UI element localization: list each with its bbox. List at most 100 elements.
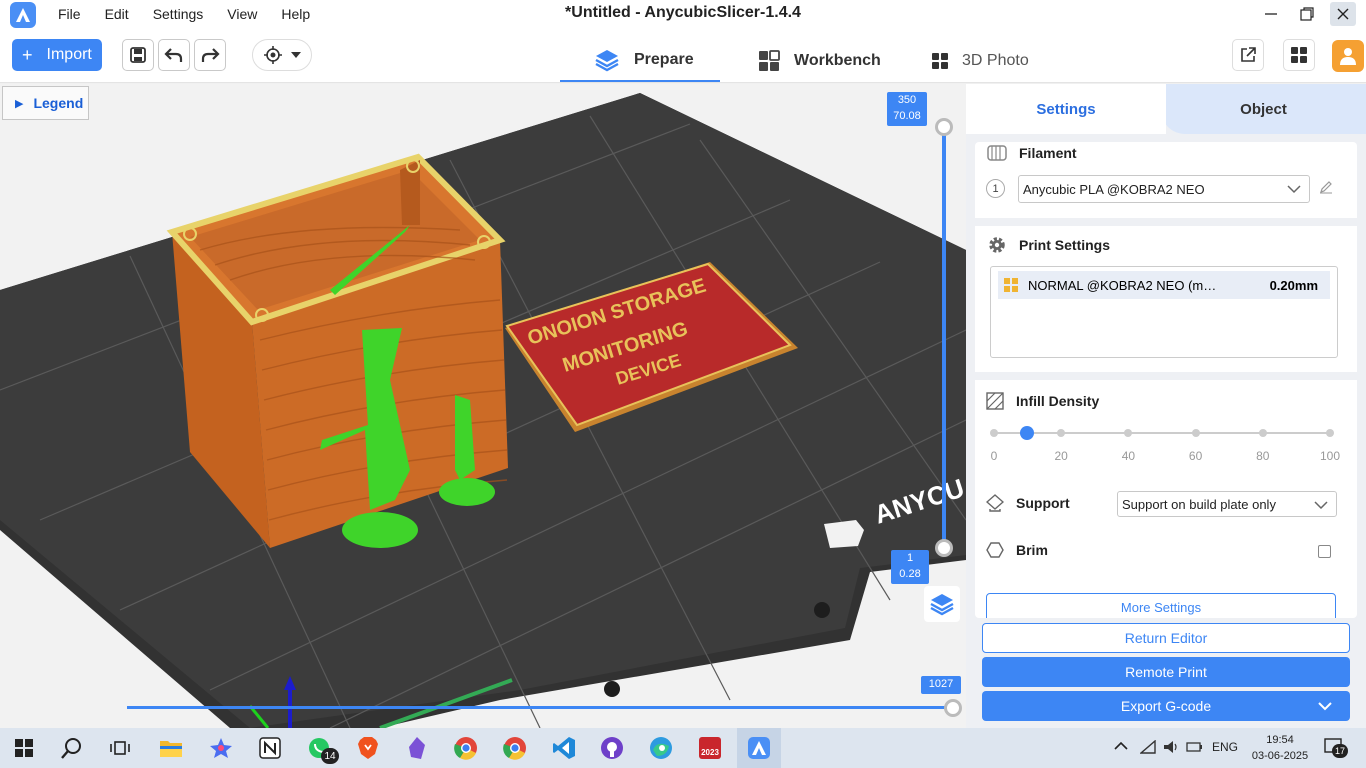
print-profile-box: NORMAL @KOBRA2 NEO (m… 0.20mm: [990, 266, 1338, 358]
chevron-down-icon[interactable]: [1318, 701, 1332, 711]
redo-button[interactable]: [194, 39, 226, 71]
export-gcode-button[interactable]: Export G-code: [982, 691, 1350, 721]
task-view-button[interactable]: [106, 734, 134, 762]
battery-icon[interactable]: [1186, 740, 1204, 759]
chevron-down-icon: [1287, 185, 1301, 194]
show-hidden-icons-button[interactable]: [1114, 738, 1128, 756]
user-avatar[interactable]: [1332, 40, 1364, 72]
move-slider-track[interactable]: [127, 706, 947, 709]
folder-icon: [160, 741, 182, 757]
filament-select[interactable]: Anycubic PLA @KOBRA2 NEO: [1018, 175, 1310, 203]
support-title: Support: [1016, 495, 1070, 511]
infill-section-title: Infill Density: [986, 392, 1099, 410]
support-section-title: Support: [986, 494, 1070, 512]
filament-selected: Anycubic PLA @KOBRA2 NEO: [1023, 181, 1205, 197]
infill-tick-dot[interactable]: [1326, 429, 1334, 437]
gem-icon: [409, 737, 425, 759]
layer-slider-top-handle[interactable]: [935, 118, 953, 136]
filament-spool-icon: [987, 144, 1007, 162]
print-profile-name: NORMAL @KOBRA2 NEO (m…: [1028, 277, 1217, 293]
menu-settings[interactable]: Settings: [153, 6, 204, 22]
tab-object[interactable]: Object: [1161, 84, 1366, 134]
small-cube-model: [824, 520, 864, 548]
support-select[interactable]: Support on build plate only: [1117, 491, 1337, 517]
taskbar-search-button[interactable]: [58, 734, 86, 762]
edit-filament-button[interactable]: [1319, 180, 1333, 199]
infill-slider-handle[interactable]: [1020, 426, 1034, 440]
github-app[interactable]: [598, 734, 626, 762]
layer-view-button[interactable]: [924, 586, 960, 622]
layer-slider-track[interactable]: [942, 126, 946, 548]
print-profile-row[interactable]: NORMAL @KOBRA2 NEO (m… 0.20mm: [998, 271, 1330, 299]
infill-slider-track[interactable]: [994, 432, 1330, 434]
obsidian-app[interactable]: [403, 734, 431, 762]
more-settings-button[interactable]: More Settings: [986, 593, 1336, 618]
tab-settings[interactable]: Settings: [966, 84, 1166, 134]
return-editor-button[interactable]: Return Editor: [982, 623, 1350, 653]
infill-tick-dot[interactable]: [1057, 429, 1066, 437]
paint-app[interactable]: [207, 734, 235, 762]
tab-3d-photo[interactable]: 3D Photo: [932, 40, 1029, 82]
brim-title: Brim: [1016, 542, 1048, 558]
infill-tick-dot[interactable]: [990, 429, 998, 437]
menu-view[interactable]: View: [227, 6, 257, 22]
view-selector[interactable]: [252, 39, 312, 71]
chrome-app[interactable]: [452, 734, 480, 762]
infill-pattern-icon: [986, 392, 1004, 410]
minimize-button[interactable]: [1258, 2, 1284, 26]
chevron-up-icon: [1114, 741, 1128, 750]
maximize-button[interactable]: [1294, 2, 1320, 26]
redo-icon: [201, 48, 220, 62]
layer-top-label: 350 70.08: [887, 92, 927, 126]
vscode-app[interactable]: [550, 734, 578, 762]
task-view-icon: [110, 741, 130, 755]
brim-section-title: Brim: [986, 541, 1048, 559]
chrome-icon: [454, 737, 477, 760]
whatsapp-app[interactable]: 14: [305, 734, 339, 764]
infill-tick-dot[interactable]: [1258, 429, 1267, 437]
open-external-button[interactable]: [1232, 39, 1264, 71]
menu-edit[interactable]: Edit: [105, 6, 129, 22]
notification-center-button[interactable]: 17: [1324, 738, 1348, 761]
infill-tick-label: 100: [1319, 449, 1341, 463]
import-button[interactable]: + Import: [12, 39, 102, 71]
brave-browser-app[interactable]: [354, 734, 382, 762]
save-button[interactable]: [122, 39, 154, 71]
edge-app[interactable]: [647, 734, 675, 762]
close-button[interactable]: [1330, 2, 1356, 26]
legend-button[interactable]: ▶ Legend: [2, 86, 89, 120]
undo-button[interactable]: [158, 39, 190, 71]
apps-button[interactable]: [1283, 39, 1315, 71]
tab-prepare[interactable]: Prepare: [560, 40, 720, 82]
anycubic-slicer-app[interactable]: [737, 728, 781, 768]
chrome-profile-app[interactable]: [501, 734, 529, 762]
layers-icon: [930, 594, 954, 616]
layer-slider-bottom-handle[interactable]: [935, 539, 953, 557]
3d-viewport[interactable]: ANYCU ONOION STORAGE MONITORING DEVICE ▶…: [0, 84, 966, 728]
notification-count: 17: [1332, 744, 1348, 758]
infill-tick-dot[interactable]: [1191, 429, 1200, 437]
filament-title: Filament: [1019, 145, 1077, 161]
language-indicator[interactable]: ENG: [1212, 740, 1238, 754]
network-icon[interactable]: [1139, 739, 1156, 759]
speaker-icon[interactable]: [1163, 740, 1179, 759]
clock[interactable]: 19:54 03-06-2025: [1250, 732, 1310, 764]
tab-workbench[interactable]: Workbench: [758, 40, 881, 82]
layer-bottom-value: 1: [906, 552, 914, 564]
remote-print-button[interactable]: Remote Print: [982, 657, 1350, 687]
notion-app[interactable]: [256, 734, 284, 762]
infill-tick-label: 60: [1188, 449, 1203, 463]
solidworks-app[interactable]: 2023: [696, 734, 724, 762]
move-slider-handle[interactable]: [944, 699, 962, 717]
brim-checkbox[interactable]: [1318, 545, 1331, 558]
notion-icon: [259, 737, 281, 759]
menu-help[interactable]: Help: [281, 6, 310, 22]
clock-date: 03-06-2025: [1251, 750, 1309, 762]
start-button[interactable]: [10, 734, 38, 762]
edge-icon: [650, 737, 672, 759]
print-settings-title: Print Settings: [1019, 237, 1111, 253]
menu-file[interactable]: File: [58, 6, 81, 22]
file-explorer-app[interactable]: [157, 734, 185, 762]
undo-icon: [164, 48, 183, 62]
infill-tick-dot[interactable]: [1124, 429, 1133, 437]
